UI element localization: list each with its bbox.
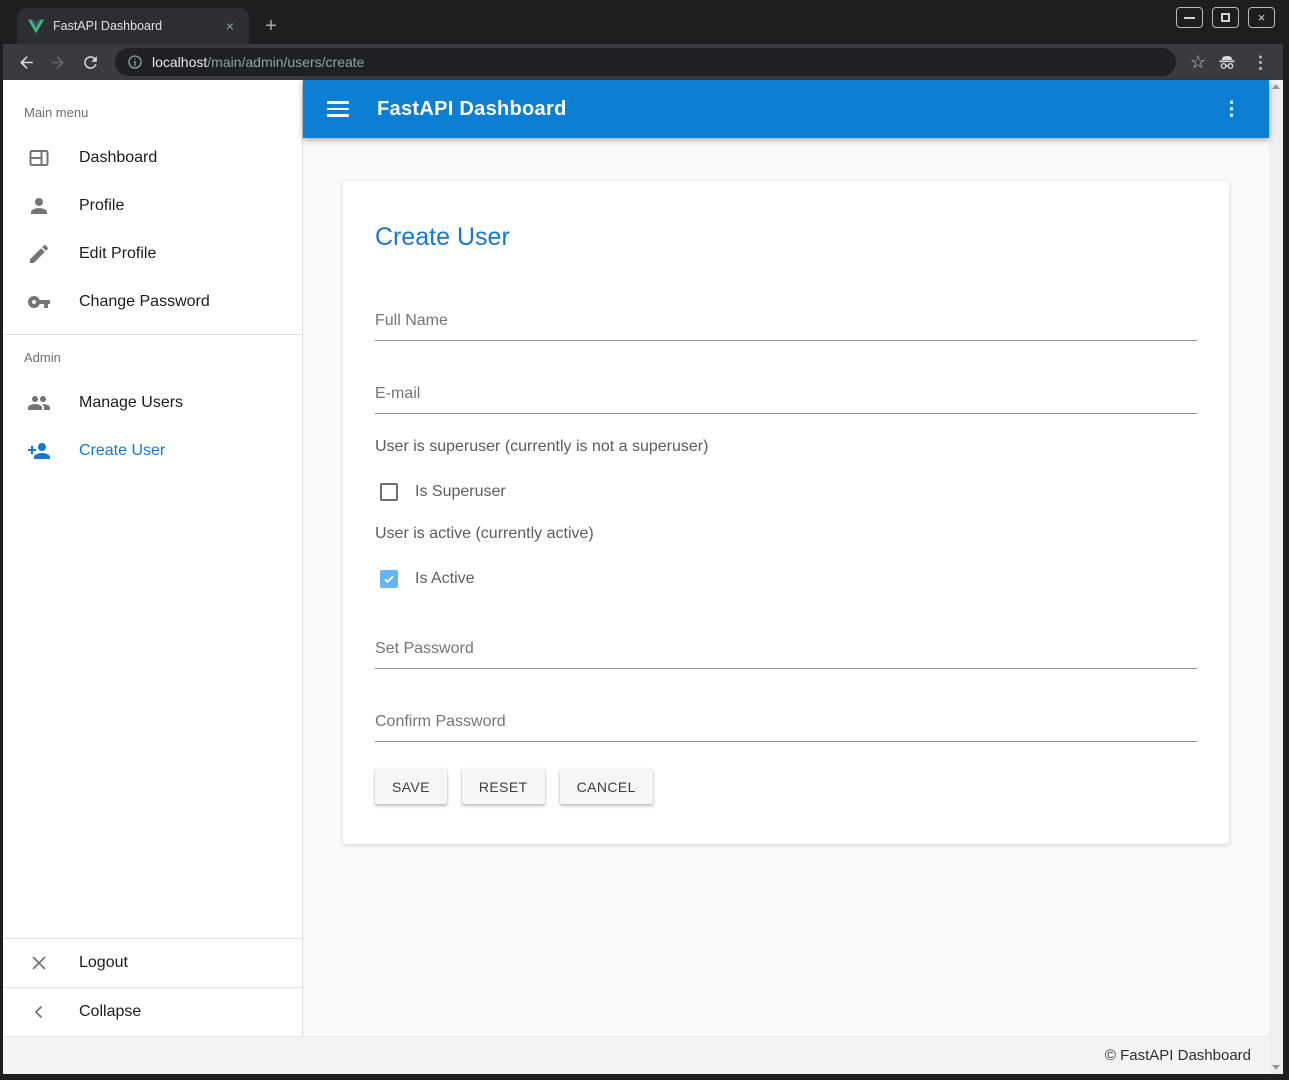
hamburger-menu-icon[interactable] bbox=[327, 101, 349, 117]
superuser-checkbox-row: Is Superuser bbox=[375, 483, 1197, 501]
main: FastAPI Dashboard ⋮ Create User User is … bbox=[303, 80, 1269, 1036]
forward-button[interactable] bbox=[45, 49, 71, 75]
scroll-down-icon[interactable] bbox=[1272, 1065, 1280, 1070]
cancel-button[interactable]: CANCEL bbox=[560, 769, 653, 804]
reset-button[interactable]: RESET bbox=[462, 769, 545, 804]
browser-menu-icon[interactable]: ⋮ bbox=[1248, 54, 1273, 71]
page-footer: © FastAPI Dashboard bbox=[3, 1036, 1269, 1074]
url-path: /main/admin/users/create bbox=[207, 54, 364, 70]
window-maximize-button[interactable] bbox=[1212, 7, 1239, 28]
window-minimize-button[interactable] bbox=[1176, 7, 1203, 28]
maximize-icon bbox=[1221, 13, 1230, 22]
window-close-button[interactable]: × bbox=[1248, 7, 1275, 28]
sidebar-item-label: Change Password bbox=[79, 293, 210, 311]
page-body: Main menu Dashboard Profile bbox=[3, 80, 1269, 1036]
address-bar[interactable]: localhost/main/admin/users/create bbox=[115, 48, 1176, 76]
tab-close-icon[interactable]: × bbox=[221, 17, 239, 35]
sidebar-bottom: Logout Collapse bbox=[3, 938, 302, 1036]
vue-logo-icon bbox=[28, 19, 44, 34]
checkmark-icon bbox=[382, 572, 396, 586]
sidebar-item-label: Edit Profile bbox=[79, 245, 156, 263]
form-actions: SAVE RESET CANCEL bbox=[375, 769, 1197, 804]
is-active-label: Is Active bbox=[415, 570, 475, 588]
app-bar: FastAPI Dashboard ⋮ bbox=[303, 80, 1269, 138]
create-user-card: Create User User is superuser (currently… bbox=[343, 181, 1229, 844]
app-bar-menu-icon[interactable]: ⋮ bbox=[1214, 96, 1249, 123]
back-button[interactable] bbox=[13, 49, 39, 75]
window-controls: × bbox=[1176, 7, 1275, 28]
chevron-left-icon bbox=[27, 1000, 51, 1024]
dashboard-icon bbox=[27, 146, 51, 170]
url-host: localhost bbox=[152, 54, 207, 70]
site-info-icon[interactable] bbox=[127, 54, 143, 70]
is-superuser-label: Is Superuser bbox=[415, 483, 506, 501]
full-name-field[interactable] bbox=[375, 308, 1197, 341]
url-text: localhost/main/admin/users/create bbox=[152, 54, 364, 70]
browser-toolbar: localhost/main/admin/users/create ☆ ⋮ bbox=[3, 44, 1283, 80]
is-active-checkbox[interactable] bbox=[380, 570, 398, 588]
incognito-icon bbox=[1216, 51, 1238, 73]
window-close-icon: × bbox=[1258, 11, 1266, 24]
sidebar-item-label: Collapse bbox=[79, 1003, 141, 1021]
scroll-up-icon[interactable] bbox=[1272, 84, 1280, 89]
sidebar-item-label: Create User bbox=[79, 442, 165, 460]
sidebar-item-label: Logout bbox=[79, 954, 128, 972]
sidebar-item-logout[interactable]: Logout bbox=[3, 939, 302, 987]
app-bar-title: FastAPI Dashboard bbox=[377, 98, 567, 121]
person-add-icon bbox=[27, 439, 51, 463]
sidebar-item-create-user[interactable]: Create User bbox=[3, 427, 302, 475]
is-superuser-checkbox[interactable] bbox=[380, 483, 398, 501]
sidebar-item-profile[interactable]: Profile bbox=[3, 182, 302, 230]
sidebar-section-admin: Admin bbox=[3, 335, 302, 379]
page-scrollbar[interactable] bbox=[1269, 80, 1283, 1074]
sidebar: Main menu Dashboard Profile bbox=[3, 80, 303, 1036]
active-checkbox-row: Is Active bbox=[375, 570, 1197, 588]
superuser-note: User is superuser (currently is not a su… bbox=[375, 438, 1197, 456]
tab-title: FastAPI Dashboard bbox=[53, 19, 212, 33]
active-note: User is active (currently active) bbox=[375, 525, 1197, 543]
browser-tab[interactable]: FastAPI Dashboard × bbox=[17, 8, 249, 44]
browser-titlebar: FastAPI Dashboard × + × bbox=[3, 0, 1283, 44]
copyright-text: © FastAPI Dashboard bbox=[1105, 1047, 1251, 1064]
logout-x-icon bbox=[27, 951, 51, 975]
page: Main menu Dashboard Profile bbox=[3, 80, 1283, 1074]
confirm-password-field[interactable] bbox=[375, 709, 1197, 742]
pencil-icon bbox=[27, 242, 51, 266]
email-field[interactable] bbox=[375, 381, 1197, 414]
sidebar-item-collapse[interactable]: Collapse bbox=[3, 988, 302, 1036]
save-button[interactable]: SAVE bbox=[375, 769, 447, 804]
toolbar-right: ☆ ⋮ bbox=[1190, 51, 1273, 73]
set-password-field[interactable] bbox=[375, 636, 1197, 669]
sidebar-item-label: Profile bbox=[79, 197, 124, 215]
new-tab-button[interactable]: + bbox=[256, 11, 286, 41]
sidebar-section-main-menu: Main menu bbox=[3, 90, 302, 134]
people-icon bbox=[27, 391, 51, 415]
minimize-icon bbox=[1184, 17, 1195, 19]
person-icon bbox=[27, 194, 51, 218]
sidebar-item-change-password[interactable]: Change Password bbox=[3, 278, 302, 326]
page-title: Create User bbox=[375, 223, 1197, 252]
sidebar-item-manage-users[interactable]: Manage Users bbox=[3, 379, 302, 427]
content-area: Create User User is superuser (currently… bbox=[303, 138, 1269, 1036]
sidebar-item-edit-profile[interactable]: Edit Profile bbox=[3, 230, 302, 278]
key-icon bbox=[27, 290, 51, 314]
sidebar-item-label: Dashboard bbox=[79, 149, 157, 167]
sidebar-item-label: Manage Users bbox=[79, 394, 183, 412]
reload-button[interactable] bbox=[77, 49, 103, 75]
bookmark-star-icon[interactable]: ☆ bbox=[1190, 53, 1206, 71]
sidebar-item-dashboard[interactable]: Dashboard bbox=[3, 134, 302, 182]
browser-window: FastAPI Dashboard × + × localhost/main/a bbox=[0, 0, 1289, 1080]
